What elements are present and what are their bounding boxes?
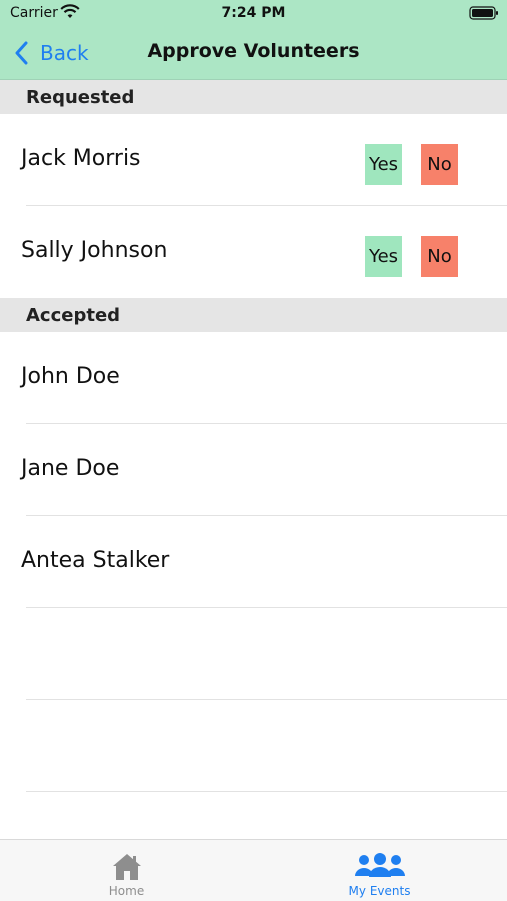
home-icon xyxy=(112,854,141,880)
volunteer-name: Jane Doe xyxy=(21,456,120,481)
section-header-accepted: Accepted xyxy=(0,298,507,332)
section-label: Accepted xyxy=(26,305,121,326)
volunteer-name: John Doe xyxy=(21,364,120,389)
approve-button[interactable]: Yes xyxy=(365,236,402,277)
list-item[interactable]: Antea Stalker xyxy=(0,516,507,608)
section-label: Requested xyxy=(26,87,135,108)
reject-button[interactable]: No xyxy=(421,236,458,277)
empty-row xyxy=(0,700,507,792)
tab-label: Home xyxy=(108,884,145,898)
tab-label: My Events xyxy=(348,884,411,898)
tab-bar: Home My Events xyxy=(0,839,507,901)
tab-my-events[interactable]: My Events xyxy=(253,840,506,901)
volunteer-name: Sally Johnson xyxy=(21,238,168,263)
status-time: 7:24 PM xyxy=(221,5,286,21)
volunteer-name: Jack Morris xyxy=(21,146,141,171)
section-header-requested: Requested xyxy=(0,80,507,114)
empty-row xyxy=(0,608,507,700)
header-bar: Carrier 7:24 PM Back Approve Volunteers xyxy=(0,0,507,80)
list-item[interactable]: John Doe xyxy=(0,332,507,424)
people-icon xyxy=(354,853,405,877)
volunteer-name: Antea Stalker xyxy=(21,548,170,573)
tab-home[interactable]: Home xyxy=(0,840,253,901)
battery-icon xyxy=(469,6,498,20)
row-divider xyxy=(26,791,507,792)
list-item[interactable]: Jack Morris Yes No xyxy=(0,114,507,206)
status-bar: Carrier 7:24 PM xyxy=(0,0,507,28)
list-item[interactable]: Jane Doe xyxy=(0,424,507,516)
reject-button[interactable]: No xyxy=(421,144,458,185)
page-title: Approve Volunteers xyxy=(147,40,360,62)
list-item[interactable]: Sally Johnson Yes No xyxy=(0,206,507,298)
approve-button[interactable]: Yes xyxy=(365,144,402,185)
navigation-bar: Back Approve Volunteers xyxy=(0,28,507,79)
